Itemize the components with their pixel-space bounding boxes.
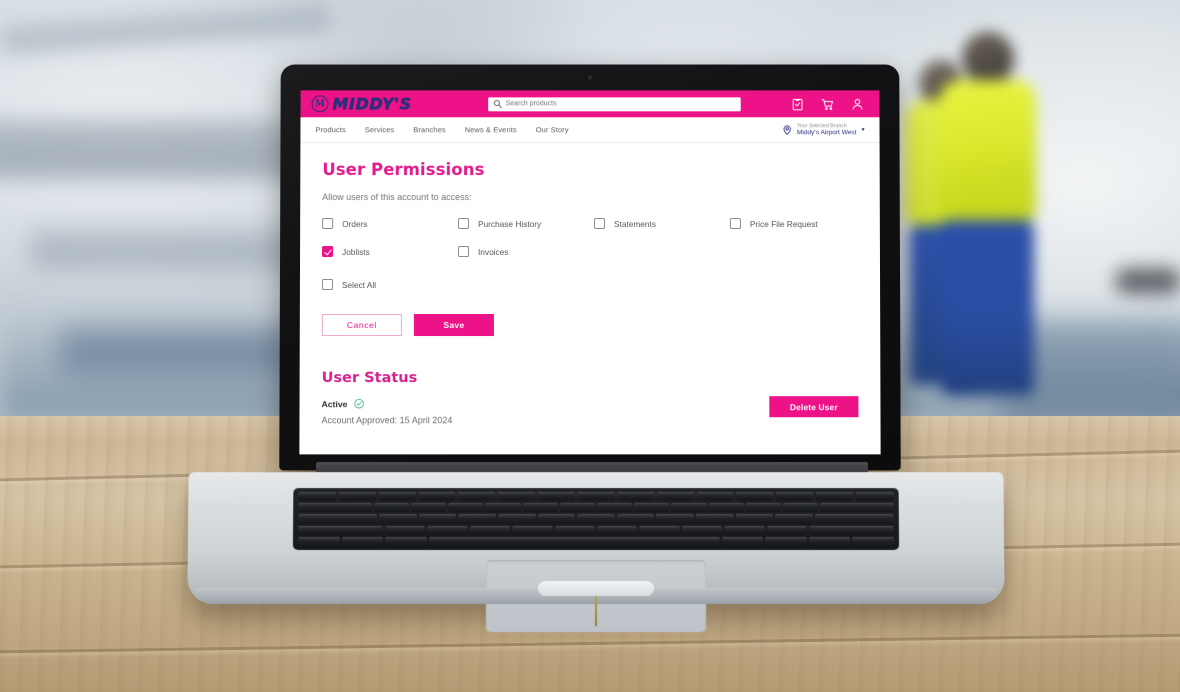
chevron-down-icon[interactable]: ▾: [862, 126, 865, 133]
checkbox-purchase-history[interactable]: [458, 218, 470, 230]
checkbox-select-all[interactable]: [321, 278, 333, 291]
clipboard-icon[interactable]: [791, 97, 805, 111]
nav-link-services[interactable]: Services: [365, 125, 395, 134]
permission-joblists[interactable]: Joblists: [322, 246, 458, 258]
nav-link-news-events[interactable]: News & Events: [465, 125, 517, 134]
account-icon[interactable]: [850, 97, 864, 111]
laptop-screen: M MIDDY'S Search products Products Servi…: [299, 90, 881, 455]
header-icon-group: [791, 97, 865, 111]
form-actions: Cancel Save: [321, 314, 858, 337]
check-circle-icon: [353, 398, 364, 408]
website-page: M MIDDY'S Search products Products Servi…: [299, 90, 881, 455]
permission-purchase-history[interactable]: Purchase History: [458, 218, 594, 230]
permissions-subtitle: Allow users of this account to access:: [322, 192, 472, 203]
search-area: [447, 96, 780, 111]
checkbox-invoices[interactable]: [458, 246, 470, 258]
permission-label: Statements: [613, 218, 656, 229]
select-all-label: Select All: [341, 279, 377, 290]
account-approved-date: Account Approved: 15 April 2024: [321, 415, 453, 426]
checkbox-joblists[interactable]: [322, 246, 334, 258]
checkbox-orders[interactable]: [322, 218, 334, 230]
background-crate: [1115, 268, 1180, 294]
status-badge: Active: [322, 398, 453, 409]
permission-label: Orders: [342, 218, 368, 229]
laptop-keyboard: [292, 488, 900, 550]
permission-invoices[interactable]: Invoices: [458, 246, 594, 258]
user-status-title: User Status: [321, 370, 418, 387]
select-all-row[interactable]: Select All: [321, 278, 858, 291]
user-status-row: Active Account Approved: 15 April 2024 D…: [322, 396, 859, 425]
desk-cable: [594, 596, 598, 627]
permission-statements[interactable]: Statements: [593, 218, 730, 230]
branch-name: Middy's Airport West: [796, 128, 857, 136]
nav-link-branches[interactable]: Branches: [413, 125, 445, 134]
checkbox-price-file-request[interactable]: [729, 218, 741, 230]
branch-text: Your Selected Branch Middy's Airport Wes…: [797, 123, 857, 137]
permissions-grid: Orders Purchase History Statements Price…: [322, 218, 858, 258]
laptop-front-notch: [537, 581, 655, 597]
status-label: Active: [321, 398, 348, 409]
site-nav: Products Services Branches News & Events…: [300, 117, 880, 144]
branch-selector[interactable]: Your Selected Branch Middy's Airport Wes…: [782, 123, 865, 137]
main-content: User Permissions Allow users of this acc…: [299, 143, 880, 454]
laptop-lid: M MIDDY'S Search products Products Servi…: [279, 64, 901, 471]
cart-icon[interactable]: [821, 97, 835, 111]
site-header: M MIDDY'S: [300, 90, 880, 118]
checkbox-statements[interactable]: [593, 218, 605, 230]
permission-label: Price File Request: [749, 218, 818, 229]
permission-orders[interactable]: Orders: [322, 218, 458, 230]
webcam-icon: [588, 75, 592, 80]
delete-user-button[interactable]: Delete User: [769, 396, 859, 418]
search-box[interactable]: [487, 96, 741, 111]
permission-label: Joblists: [342, 246, 370, 257]
cancel-button[interactable]: Cancel: [321, 314, 402, 337]
logo-emblem-icon: M: [311, 95, 329, 113]
location-pin-icon: [782, 124, 793, 135]
nav-link-products[interactable]: Products: [315, 125, 345, 134]
middys-logo[interactable]: M MIDDY'S: [311, 94, 437, 114]
laptop-base: [187, 472, 1005, 633]
nav-links: Products Services Branches News & Events…: [315, 125, 568, 134]
nav-link-our-story[interactable]: Our Story: [536, 125, 569, 134]
logo-wordmark: MIDDY'S: [332, 94, 412, 114]
permission-price-file-request[interactable]: Price File Request: [729, 218, 858, 230]
page-title: User Permissions: [322, 160, 485, 180]
permission-label: Purchase History: [478, 218, 542, 229]
user-status-info: Active Account Approved: 15 April 2024: [322, 398, 453, 425]
permission-label: Invoices: [478, 246, 509, 257]
save-button[interactable]: Save: [413, 314, 494, 337]
laptop-mockup: M MIDDY'S Search products Products Servi…: [187, 64, 1005, 636]
search-icon: [494, 100, 502, 109]
search-input[interactable]: [505, 100, 741, 108]
